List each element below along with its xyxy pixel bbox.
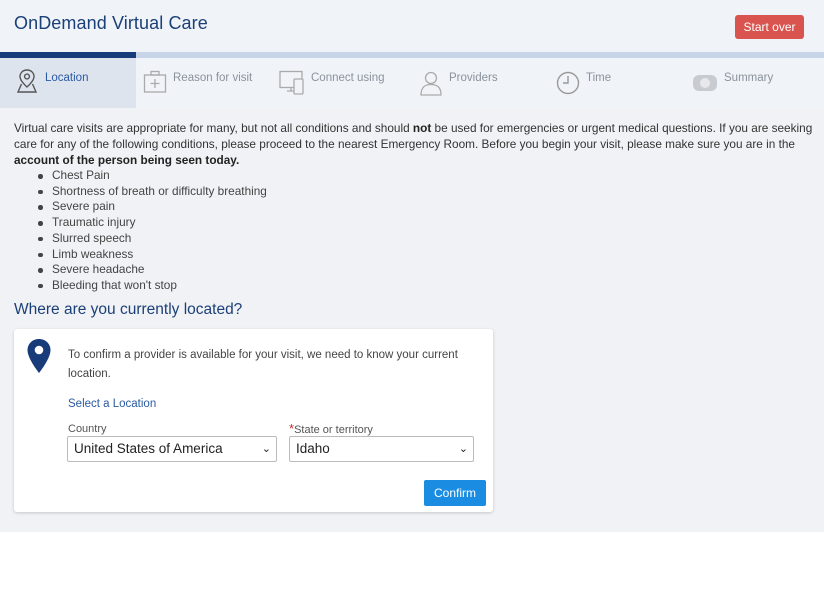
start-over-button[interactable]: Start over	[735, 15, 804, 39]
select-location-label: Select a Location	[68, 398, 157, 410]
list-item: Limb weakness	[38, 247, 267, 263]
clock-icon	[556, 71, 580, 98]
notice-emphasis: not	[412, 121, 432, 135]
country-select[interactable]: United States of America ⌄	[67, 436, 277, 462]
list-item: Shortness of breath or difficulty breath…	[38, 184, 267, 200]
step-providers[interactable]: Providers	[416, 58, 552, 108]
notice-emphasis: account of the person being seen today.	[14, 152, 240, 167]
location-pin-icon	[26, 338, 52, 379]
state-select[interactable]: Idaho ⌄	[289, 436, 474, 462]
map-pin-icon	[16, 68, 38, 97]
step-nav: Location Reason for visit Connect using	[0, 58, 824, 108]
country-value: United States of America	[74, 441, 223, 456]
step-location-label: Location	[45, 72, 89, 84]
step-summary-label: Summary	[724, 72, 774, 84]
conditions-list: Chest Pain Shortness of breath or diffic…	[38, 168, 267, 294]
notice-text: Virtual care visits are appropriate for …	[14, 121, 413, 135]
location-heading: Where are you currently located?	[14, 301, 243, 318]
state-value: Idaho	[296, 441, 330, 456]
list-item: Traumatic injury	[38, 215, 267, 231]
step-time[interactable]: Time	[552, 58, 688, 108]
step-reason-for-visit[interactable]: Reason for visit	[136, 58, 276, 108]
step-location[interactable]: Location	[0, 58, 136, 108]
step-connect-label: Connect using	[311, 72, 385, 84]
summary-icon	[692, 74, 718, 95]
emergency-notice: Virtual care visits are appropriate for …	[14, 121, 814, 168]
location-description: To confirm a provider is available for y…	[68, 349, 458, 380]
devices-icon	[278, 70, 306, 99]
state-label-text: State or territory	[294, 424, 373, 436]
list-item: Slurred speech	[38, 231, 267, 247]
state-label: *State or territory	[289, 421, 373, 436]
list-item: Chest Pain	[38, 168, 267, 184]
confirm-button[interactable]: Confirm	[424, 480, 486, 506]
chevron-down-icon: ⌄	[261, 443, 271, 455]
step-providers-label: Providers	[449, 72, 498, 84]
medical-kit-icon	[143, 70, 167, 97]
main-content: Virtual care visits are appropriate for …	[0, 108, 824, 532]
step-summary[interactable]: Summary	[688, 58, 824, 108]
list-item: Bleeding that won't stop	[38, 278, 267, 294]
step-connect-using[interactable]: Connect using	[276, 58, 416, 108]
person-icon	[419, 70, 443, 99]
app-title: OnDemand Virtual Care	[14, 13, 208, 33]
list-item: Severe pain	[38, 199, 267, 215]
step-time-label: Time	[586, 72, 612, 84]
app-header: OnDemand Virtual Care Start over	[0, 0, 824, 52]
list-item: Severe headache	[38, 262, 267, 278]
step-reason-label: Reason for visit	[173, 72, 253, 84]
chevron-down-icon: ⌄	[458, 443, 468, 455]
location-card: To confirm a provider is available for y…	[14, 329, 493, 512]
country-label: Country	[68, 423, 107, 435]
